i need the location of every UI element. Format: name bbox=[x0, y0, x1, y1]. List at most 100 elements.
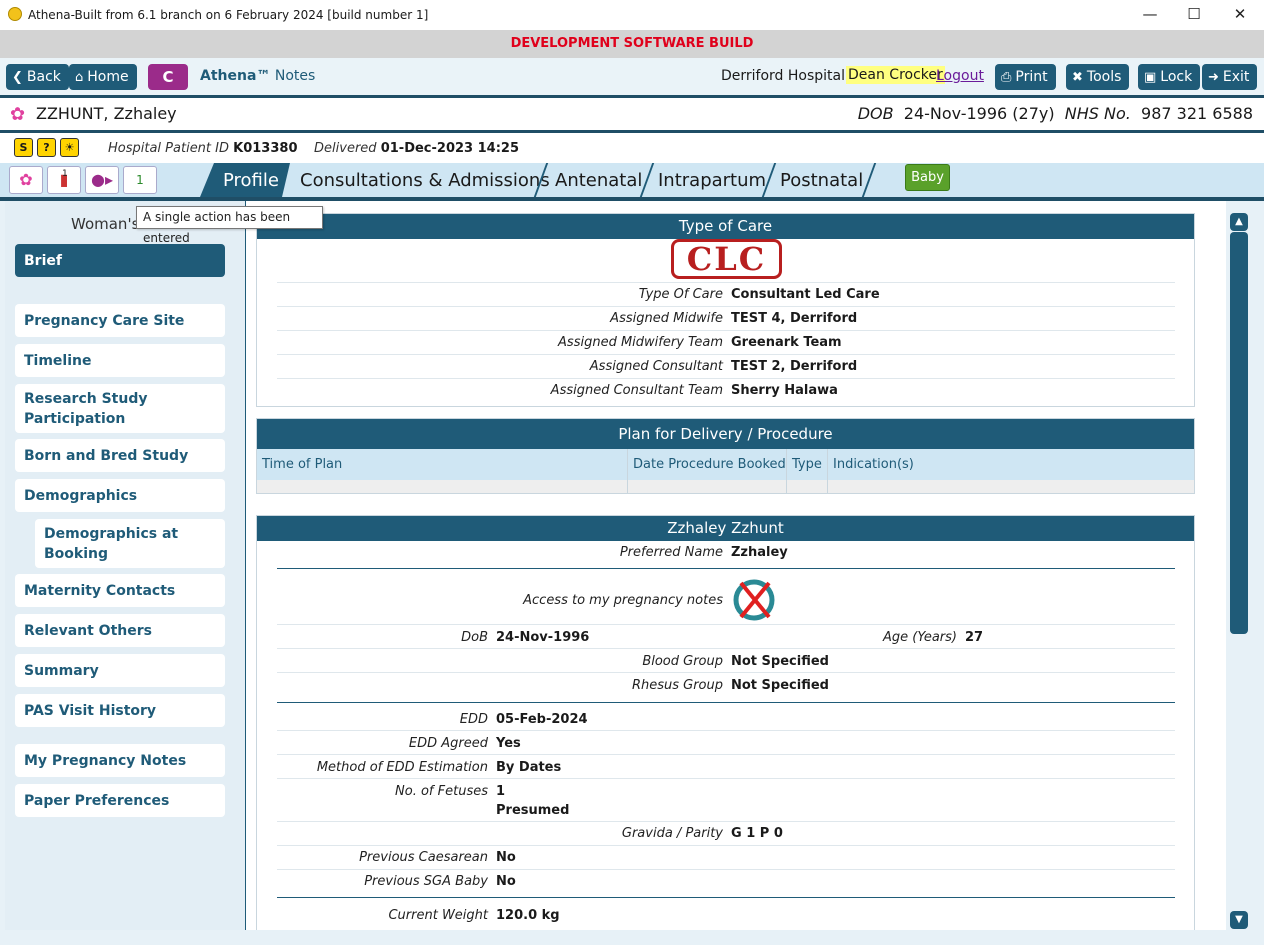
dob-value: 24-Nov-1996 (27y) bbox=[903, 104, 1055, 123]
window-title: Athena-Built from 6.1 branch on 6 Februa… bbox=[28, 8, 429, 22]
flower-tab-icon[interactable]: ✿ bbox=[9, 166, 43, 194]
notes-access-denied-icon[interactable] bbox=[733, 573, 779, 625]
divider bbox=[277, 282, 1175, 283]
col-divider bbox=[786, 449, 787, 493]
sga-label: Previous SGA Baby bbox=[364, 874, 488, 889]
col-divider bbox=[827, 449, 828, 493]
col-divider bbox=[627, 449, 628, 493]
edd-method-label: Method of EDD Estimation bbox=[316, 760, 488, 775]
sidebar-item-research-study[interactable]: Research Study Participation bbox=[15, 384, 225, 433]
actions-icon[interactable]: 1 bbox=[123, 166, 157, 194]
type-of-care-value: Consultant Led Care bbox=[731, 287, 880, 302]
tab-antenatal[interactable]: Antenatal bbox=[555, 170, 642, 191]
preferred-name-value: Zzhaley bbox=[731, 545, 788, 560]
home-button[interactable]: ⌂ Home bbox=[69, 64, 137, 90]
tools-button[interactable]: ✖ Tools bbox=[1066, 64, 1130, 90]
hospital-id-label: Hospital Patient ID bbox=[108, 141, 229, 156]
mother-icon[interactable]: ●▸ bbox=[85, 166, 119, 194]
caesarean-label: Previous Caesarean bbox=[359, 850, 488, 865]
app-icon bbox=[8, 7, 22, 21]
sidebar-item-paper-preferences[interactable]: Paper Preferences bbox=[15, 784, 225, 817]
alert-icon[interactable]: ☀ bbox=[60, 138, 79, 157]
edd-agreed-value: Yes bbox=[496, 736, 521, 751]
main-toolbar: ❮ Back ⌂ Home C Athena™ Notes Derriford Ho… bbox=[0, 58, 1264, 95]
col-indications[interactable]: Indication(s) bbox=[833, 457, 914, 472]
sidebar-item-my-pregnancy-notes[interactable]: My Pregnancy Notes bbox=[15, 744, 225, 777]
sidebar-item-relevant-others[interactable]: Relevant Others bbox=[15, 614, 225, 647]
print-button[interactable]: ⎙ Print bbox=[995, 64, 1056, 90]
divider bbox=[277, 778, 1175, 779]
sga-value: No bbox=[496, 874, 516, 889]
tab-profile[interactable]: Profile bbox=[223, 170, 279, 191]
divider bbox=[277, 821, 1175, 822]
tools-icon: ✖ bbox=[1072, 70, 1083, 85]
c-button[interactable]: C bbox=[148, 64, 188, 90]
nhs-value: 987 321 6588 bbox=[1141, 104, 1253, 123]
tab-consultations[interactable]: Consultations & Admissions bbox=[300, 170, 550, 191]
assigned-midwife-label: Assigned Midwife bbox=[610, 311, 723, 326]
brand-name: Athena™ bbox=[200, 68, 271, 84]
sidebar-item-timeline[interactable]: Timeline bbox=[15, 344, 225, 377]
gravida-value: G 1 P 0 bbox=[731, 826, 783, 841]
sidebar-item-maternity-contacts[interactable]: Maternity Contacts bbox=[15, 574, 225, 607]
sidebar-item-brief[interactable]: Brief bbox=[15, 244, 225, 277]
fetuses-value: 1 bbox=[496, 784, 506, 799]
lock-label: Lock bbox=[1160, 69, 1193, 85]
sidebar-item-summary[interactable]: Summary bbox=[15, 654, 225, 687]
bottom-bar bbox=[0, 930, 1264, 945]
dev-build-banner: DEVELOPMENT SOFTWARE BUILD bbox=[0, 30, 1264, 58]
panel-title: Zzhaley Zzhunt bbox=[257, 516, 1194, 541]
sidebar-item-demographics[interactable]: Demographics bbox=[15, 479, 225, 512]
scrollbar-thumb[interactable] bbox=[1230, 232, 1248, 634]
lock-icon: ▣ bbox=[1144, 70, 1157, 85]
patient-info: Hospital Patient ID K013380 Delivered 01… bbox=[108, 141, 519, 156]
tools-label: Tools bbox=[1086, 69, 1122, 85]
close-icon[interactable]: ✕ bbox=[1228, 4, 1252, 24]
divider bbox=[277, 730, 1175, 731]
minimize-icon[interactable]: — bbox=[1138, 4, 1162, 24]
delivered-label: Delivered bbox=[314, 141, 377, 156]
edd-value: 05-Feb-2024 bbox=[496, 712, 588, 727]
app-brand: Athena™ Notes bbox=[200, 68, 315, 84]
scroll-down-button[interactable]: ▼ bbox=[1230, 911, 1248, 929]
maximize-icon[interactable]: ☐ bbox=[1182, 4, 1206, 24]
hospital-name: Derriford Hospital bbox=[721, 68, 846, 84]
age-value: 27 bbox=[965, 630, 984, 645]
consultant-team-value: Sherry Halawa bbox=[731, 383, 838, 398]
patient-identifiers: DOB 24-Nov-1996 (27y) NHS No. 987 321 65… bbox=[858, 104, 1253, 123]
help-icon[interactable]: ? bbox=[37, 138, 56, 157]
lock-button[interactable]: ▣ Lock bbox=[1138, 64, 1201, 90]
type-of-care-label: Type Of Care bbox=[638, 287, 723, 302]
flower-icon: ✿ bbox=[10, 104, 26, 125]
sidebar-item-born-and-bred[interactable]: Born and Bred Study bbox=[15, 439, 225, 472]
sidebar-item-demographics-at-booking[interactable]: Demographics at Booking bbox=[35, 519, 225, 568]
divider bbox=[277, 845, 1175, 846]
user-name: Dean Crocker bbox=[846, 66, 945, 84]
rhesus-group-label: Rhesus Group bbox=[631, 678, 723, 693]
flag-icon[interactable]: S bbox=[14, 138, 33, 157]
chevron-left-icon: ❮ bbox=[12, 70, 23, 85]
medication-icon[interactable]: ▮ 1 bbox=[47, 166, 81, 194]
actions-count: 1 bbox=[136, 173, 144, 187]
consultant-team-label: Assigned Consultant Team bbox=[550, 383, 723, 398]
print-label: Print bbox=[1015, 69, 1048, 85]
tab-intrapartum[interactable]: Intrapartum bbox=[658, 170, 766, 191]
divider bbox=[277, 702, 1175, 703]
panel-title: Type of Care bbox=[257, 214, 1194, 239]
delivered-value: 01-Dec-2023 14:25 bbox=[380, 141, 519, 156]
divider bbox=[277, 354, 1175, 355]
col-type[interactable]: Type bbox=[792, 457, 822, 472]
scroll-up-button[interactable]: ▲ bbox=[1230, 213, 1248, 231]
edd-label: EDD bbox=[459, 712, 488, 727]
baby-button[interactable]: Baby bbox=[905, 164, 950, 191]
hospital-id-value: K013380 bbox=[233, 141, 298, 156]
col-date-booked[interactable]: Date Procedure Booked bbox=[633, 457, 786, 472]
sidebar-item-pas-visit-history[interactable]: PAS Visit History bbox=[15, 694, 225, 727]
col-time-of-plan[interactable]: Time of Plan bbox=[262, 457, 342, 472]
back-button[interactable]: ❮ Back bbox=[6, 64, 69, 90]
exit-button[interactable]: ➜ Exit bbox=[1202, 64, 1258, 90]
sidebar-item-pregnancy-care-site[interactable]: Pregnancy Care Site bbox=[15, 304, 225, 337]
logout-link[interactable]: Logout bbox=[936, 68, 984, 84]
tab-postnatal[interactable]: Postnatal bbox=[780, 170, 863, 191]
midwifery-team-label: Assigned Midwifery Team bbox=[558, 335, 723, 350]
